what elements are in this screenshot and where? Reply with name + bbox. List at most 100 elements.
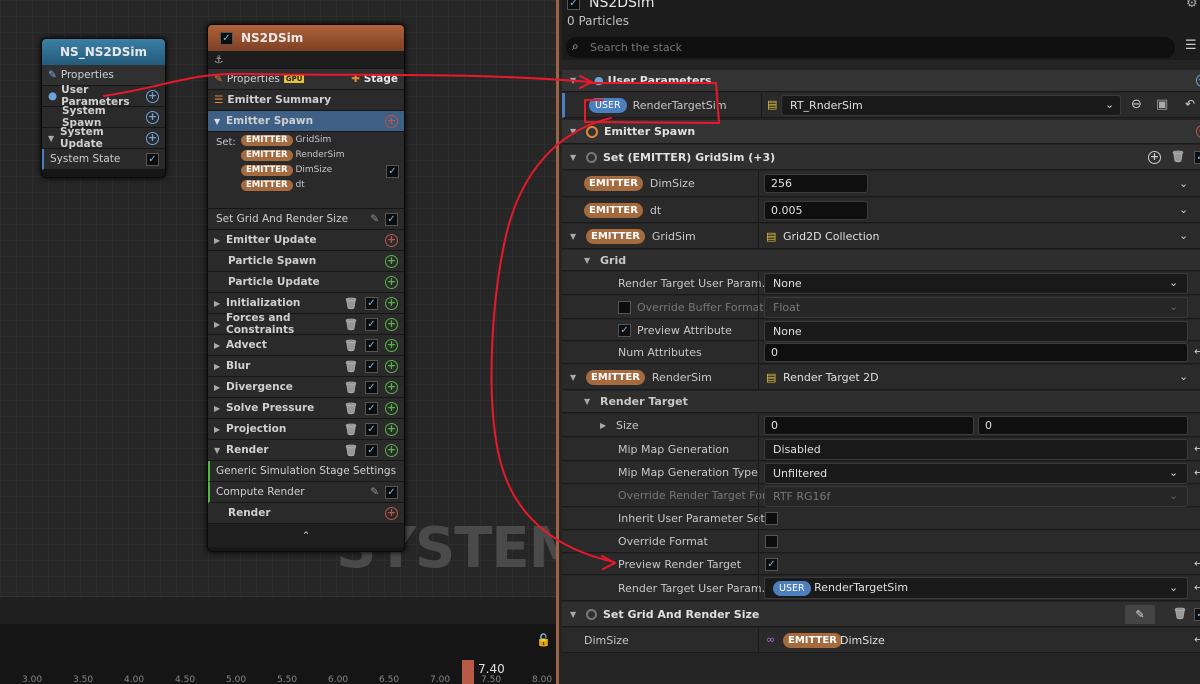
collapse-arrow-icon[interactable]: ▼ [584,397,596,406]
system-node[interactable]: NS_NS2DSim ✎ Properties ● User Parameter… [41,38,166,178]
expand-arrow-icon[interactable]: ▶ [214,320,226,329]
lock-icon[interactable]: 🔓 [536,633,551,647]
size-y-field[interactable]: 0 [978,416,1188,435]
emitter-node[interactable]: ✓ NS2DSim ⚓ ✎ Properties GPU ✚ Stage ☰ E… [207,24,405,552]
add-stage-module-icon[interactable]: + [385,422,398,436]
grid-property-dropdown[interactable]: Float [764,297,1188,318]
gear-icon[interactable]: ⚙ [1186,0,1198,11]
stage-row[interactable]: ▶ Divergence 🗑 ✓ + [208,377,404,398]
expand-arrow-icon[interactable]: ▶ [214,341,226,350]
chevron-down-icon[interactable]: ⌄ [1169,466,1178,479]
expand-arrow-icon[interactable]: ▶ [214,404,226,413]
search-input[interactable] [590,39,1150,55]
grid-property-row[interactable]: ✓ Preview Attribute None [562,320,1200,342]
grid-property-dropdown[interactable]: None [764,321,1188,342]
trash-icon[interactable]: 🗑 [1173,607,1187,620]
add-stage-module-icon[interactable]: + [385,338,398,352]
trash-icon[interactable]: 🗑 [344,339,358,352]
render-target-checkbox[interactable] [765,512,778,525]
render-target-dropdown[interactable]: Unfiltered [764,463,1188,484]
add-user-parameter-icon[interactable]: + [146,89,159,103]
rt-asset-dropdown[interactable]: RT_RnderSim [781,95,1121,116]
stage-enabled-checkbox[interactable]: ✓ [365,317,378,331]
render-target-user-param-dropdown[interactable]: USER RenderTargetSim [764,577,1188,599]
trash-icon[interactable]: 🗑 [1171,150,1185,163]
preview-attribute-checkbox[interactable]: ✓ [618,323,631,337]
add-stage-module-icon[interactable]: + [385,359,398,373]
reset-arrow-icon[interactable]: ← [1194,581,1200,594]
render-target-property-row[interactable]: Preview Render Target ✓ ← [562,554,1200,575]
collapse-arrow-icon[interactable]: ▼ [214,117,226,126]
trash-icon[interactable]: 🗑 [344,318,358,331]
stage-enabled-checkbox[interactable]: ✓ [365,401,378,415]
filter-icon[interactable]: ☰ [1185,38,1197,53]
add-stage-module-icon[interactable]: + [385,443,398,457]
edit-icon[interactable]: ✎ [370,213,379,225]
add-icon[interactable]: + [1148,151,1161,164]
timeline[interactable]: 🔓 7.40 3.00 3.50 4.00 4.50 5.00 5.50 6.00 6.50 7… [0,596,597,684]
row-gridsim[interactable]: ▼ EMITTER GridSim ▤ Grid2D Collection ⌄ [562,224,1200,249]
render-target-dropdown[interactable]: RTF RG16f [764,486,1188,507]
emitter-summary[interactable]: ☰ Emitter Summary [208,90,404,111]
trash-icon[interactable]: 🗑 [344,423,358,436]
row-dimsize[interactable]: EMITTER DimSize 256 ⌄ [562,171,1200,197]
chevron-down-icon[interactable]: ⌄ [1179,177,1188,190]
render-target-property-row[interactable]: Inherit User Parameter Set... [562,508,1200,530]
add-emitter-spawn-icon[interactable]: + [1196,125,1200,138]
grid-property-row[interactable]: Num Attributes 0 ← [562,342,1200,364]
collapse-arrow-icon[interactable]: ▼ [570,76,582,85]
size-x-field[interactable]: 0 [764,416,974,435]
emitter-enabled-checkbox[interactable]: ✓ [220,31,233,45]
collapse-arrow-icon[interactable]: ▼ [570,232,582,241]
stage-enabled-checkbox[interactable]: ✓ [365,380,378,394]
add-system-update-icon[interactable]: + [146,131,159,145]
emitter-update[interactable]: ▶ Emitter Update + [208,230,404,251]
edit-icon[interactable]: ✎ [370,486,379,498]
expand-arrow-icon[interactable]: ▶ [214,383,226,392]
chevron-down-icon[interactable]: ⌄ [1169,300,1178,313]
stage-row[interactable]: ▶ Blur 🗑 ✓ + [208,356,404,377]
collapse-arrow-icon[interactable]: ▼ [570,127,582,136]
module-enabled-checkbox[interactable]: ✓ [1194,608,1200,621]
chevron-down-icon[interactable]: ⌄ [1169,581,1178,594]
grid-property-row[interactable]: Render Target User Param... None ⌄ [562,272,1200,295]
override-checkbox[interactable] [618,300,631,314]
system-state-checkbox[interactable]: ✓ [146,152,159,166]
collapse-arrow-icon[interactable]: ▼ [570,610,582,619]
particle-update[interactable]: Particle Update + [208,272,404,293]
render-footer[interactable]: Render + [208,503,404,524]
set-grid-render-checkbox[interactable]: ✓ [385,212,398,226]
add-render-icon[interactable]: + [385,506,398,520]
stage-row[interactable]: ▼ Render 🗑 ✓ + [208,440,404,461]
section-set-grid-render-size[interactable]: ▼ Set Grid And Render Size ✎ 🗑 ✓ [562,602,1200,627]
trash-icon[interactable]: 🗑 [344,402,358,415]
set-module[interactable]: Set: EMITTER GridSim EMITTER RenderSim E… [208,132,404,209]
reset-arrow-icon[interactable]: ← [1194,442,1200,455]
browse-icon[interactable]: ▣ [1156,97,1168,112]
dt-field[interactable]: 0.005 [764,201,868,220]
reset-arrow-icon[interactable]: ← [1194,633,1200,646]
expand-arrow-icon[interactable]: ▶ [214,236,226,245]
chevron-down-icon[interactable]: ⌄ [1179,203,1188,216]
reset-arrow-icon[interactable]: ← [1194,466,1200,479]
add-user-parameter-icon[interactable]: + [1196,74,1200,87]
add-stage-module-icon[interactable]: + [385,296,398,310]
stage-row[interactable]: ▶ Projection 🗑 ✓ + [208,419,404,440]
stage-row[interactable]: ▶ Forces and Constraints 🗑 ✓ + [208,312,404,336]
add-stage-module-icon[interactable]: + [385,380,398,394]
trash-icon[interactable]: 🗑 [344,360,358,373]
generic-stage-settings[interactable]: Generic Simulation Stage Settings [208,461,404,482]
details-panel[interactable]: ✓ NS2DSim 0 Particles ⚙ ⌕ ☰ ▼ ● User Par… [556,0,1200,684]
grid-property-dropdown[interactable]: None [764,273,1188,294]
section-set-emitter[interactable]: ▼ Set (EMITTER) GridSim (+3) + 🗑 ✓ [562,145,1200,170]
row-size[interactable]: ▶ Size 0 0 [562,414,1200,437]
row-grid-section[interactable]: ▼ Grid [562,250,1200,271]
expand-arrow-icon[interactable]: ▶ [214,299,226,308]
system-update[interactable]: ▼ System Update + [42,126,165,150]
system-node-title[interactable]: NS_NS2DSim [42,39,165,65]
expand-arrow-icon[interactable]: ▶ [214,362,226,371]
collapse-arrow-icon[interactable]: ▼ [570,373,582,382]
add-stage-button[interactable]: ✚ Stage [351,73,398,85]
add-particle-update-icon[interactable]: + [385,275,398,289]
stage-enabled-checkbox[interactable]: ✓ [365,296,378,310]
